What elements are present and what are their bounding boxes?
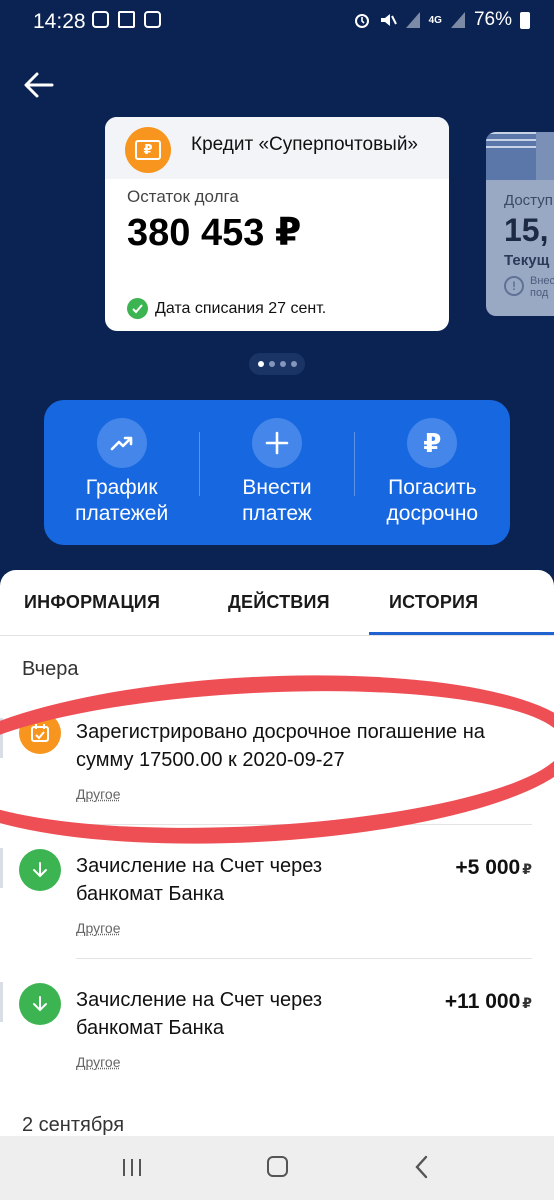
loan-card-header: ₽ Кредит «Суперпочтовый» <box>105 117 449 179</box>
loan-card[interactable]: ₽ Кредит «Суперпочтовый» Остаток долга 3… <box>105 117 449 331</box>
action-label: График платежей <box>44 475 199 527</box>
peek-current: Текущ <box>504 252 549 269</box>
ruble-card-icon: ₽ <box>125 127 171 173</box>
signal-icon <box>405 11 421 29</box>
status-right: 4G 76% <box>353 9 530 31</box>
status-left-icons <box>92 11 161 28</box>
history-item-category: Другое <box>76 920 120 936</box>
tab-history[interactable]: ИСТОРИЯ <box>389 592 478 613</box>
debit-date: Дата списания 27 сент. <box>155 300 326 318</box>
debt-amount: 380 453 ₽ <box>127 210 301 255</box>
item-marker <box>0 982 3 1022</box>
divider <box>199 432 200 496</box>
history-item-title: Зачисление на Счет через банкомат Банка <box>76 986 376 1042</box>
tab-actions[interactable]: ДЕЙСТВИЯ <box>228 592 330 613</box>
action-panel: График платежей Внести платеж ₽ Погасить… <box>44 400 510 545</box>
alarm-icon <box>353 11 371 29</box>
ruble-icon: ₽ <box>407 418 457 468</box>
peek-label: Доступ <box>504 192 553 209</box>
peek-note: Внес под <box>530 275 554 299</box>
action-label: Погасить досрочно <box>355 475 510 527</box>
history-item-amount: +11 000 ₽ <box>445 990 532 1014</box>
payment-schedule-button[interactable]: График платежей <box>44 400 199 545</box>
square-app-icon <box>144 11 161 28</box>
system-nav-bar <box>0 1136 554 1200</box>
debit-date-row: Дата списания 27 сент. <box>127 298 326 319</box>
mute-icon <box>379 11 397 29</box>
divider <box>76 958 532 959</box>
tab-bar: ИНФОРМАЦИЯ ДЕЙСТВИЯ ИСТОРИЯ <box>0 570 554 636</box>
network-type: 4G <box>429 15 442 26</box>
trend-icon <box>97 418 147 468</box>
tab-information[interactable]: ИНФОРМАЦИЯ <box>24 592 160 613</box>
pager-dot <box>291 361 297 367</box>
arrow-down-icon <box>19 849 61 891</box>
pager-dot <box>280 361 286 367</box>
peek-card-icon <box>486 132 536 180</box>
status-bar: 14:28 4G 76% <box>0 0 554 44</box>
app-icon <box>118 11 135 28</box>
instagram-icon <box>92 11 109 28</box>
item-marker <box>0 848 3 888</box>
info-icon: ! <box>504 276 524 296</box>
plus-icon <box>252 418 302 468</box>
next-card-peek[interactable]: Доступ 15, Текущ ! Внес под <box>486 132 554 316</box>
divider <box>354 432 355 496</box>
history-item-category: Другое <box>76 1054 120 1070</box>
loan-card-title: Кредит «Суперпочтовый» <box>191 134 418 156</box>
home-icon[interactable] <box>267 1156 288 1177</box>
pager-dot <box>269 361 275 367</box>
pager-dot <box>258 361 264 367</box>
recents-icon[interactable] <box>123 1159 141 1176</box>
early-repay-button[interactable]: ₽ Погасить досрочно <box>355 400 510 545</box>
details-sheet: ИНФОРМАЦИЯ ДЕЙСТВИЯ ИСТОРИЯ Вчера Зареги… <box>0 570 554 1136</box>
back-icon[interactable] <box>412 1154 432 1180</box>
history-item-title: Зачисление на Счет через банкомат Банка <box>76 852 376 908</box>
peek-amount: 15, <box>504 212 548 249</box>
make-payment-button[interactable]: Внести платеж <box>199 400 354 545</box>
battery-icon <box>520 12 530 29</box>
history-item-amount: +5 000 ₽ <box>455 856 532 880</box>
date-header: 2 сентября <box>22 1114 124 1136</box>
active-tab-indicator <box>369 632 554 635</box>
arrow-down-icon <box>19 983 61 1025</box>
date-header: Вчера <box>22 658 78 681</box>
status-time: 14:28 <box>33 10 86 34</box>
back-arrow-icon[interactable] <box>22 68 56 102</box>
action-label: Внести платеж <box>199 475 354 527</box>
battery-percent: 76% <box>474 9 512 31</box>
signal-icon-2 <box>450 11 466 29</box>
debt-label: Остаток долга <box>127 187 239 207</box>
check-icon <box>127 298 148 319</box>
pager-dots <box>249 353 305 375</box>
